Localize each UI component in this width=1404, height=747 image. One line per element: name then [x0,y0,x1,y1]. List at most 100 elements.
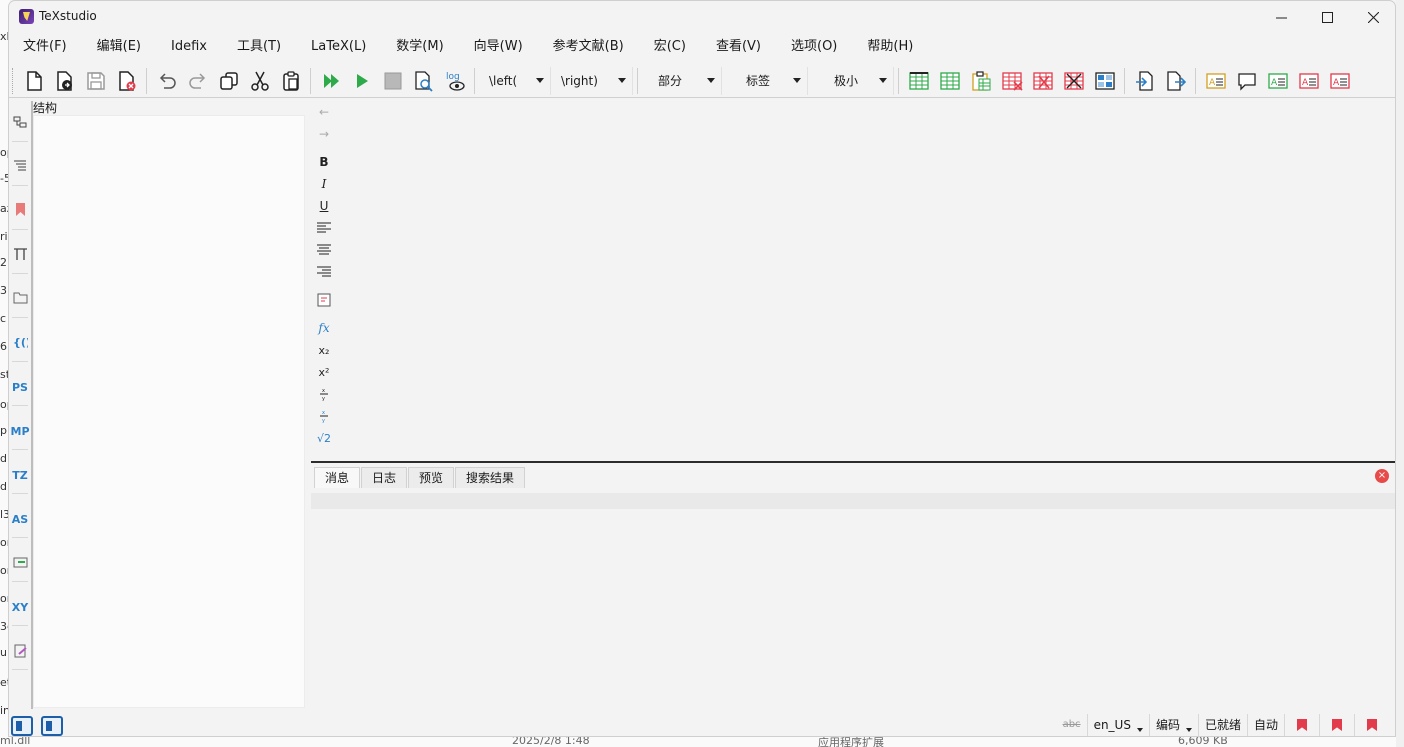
menu-latex[interactable]: LaTeX(L) [299,33,378,61]
open-file-button[interactable] [49,66,80,96]
align-center-button[interactable] [314,241,334,259]
paste-table-button[interactable] [965,66,996,96]
left-delimiter-combo[interactable]: \left( [479,66,551,95]
toolbar-grip[interactable] [12,67,15,94]
redo-button[interactable] [182,66,213,96]
brackets-tab[interactable]: {()} [11,331,29,351]
bookmark-button[interactable] [1319,714,1354,736]
align-center-icon [317,244,331,255]
delete-table-button[interactable] [1058,66,1089,96]
symbols-tab[interactable] [11,243,29,263]
paste-button[interactable] [275,66,306,96]
main-toolbar: log \left( \right) 部分 标签 极小 A A A A [9,64,1395,98]
xymatrix-tab[interactable]: XY [11,597,29,617]
menu-math[interactable]: 数学(M) [384,33,455,61]
text-box-red2-button[interactable]: A [1324,66,1355,96]
back-button[interactable]: ← [314,103,334,121]
import-button[interactable] [1129,66,1160,96]
underline-button[interactable]: U [314,197,334,215]
subscript-button[interactable]: x₂ [314,341,334,359]
delete-row-button[interactable] [996,66,1027,96]
fraction-button[interactable]: xy [314,385,334,403]
add-column-button[interactable] [934,66,965,96]
tab-messages[interactable]: 消息 [314,467,361,488]
asymptote-tab[interactable]: AS [11,509,29,529]
bookmark-button[interactable] [1354,714,1389,736]
menu-idefix[interactable]: Idefix [159,33,219,61]
auto-mode[interactable]: 自动 [1246,714,1284,736]
new-file-button[interactable] [18,66,49,96]
undo-button[interactable] [151,66,182,96]
forward-button[interactable]: → [314,125,334,143]
message-area[interactable] [311,493,1395,509]
dfrac-button[interactable]: xy [314,407,334,425]
new-line-button[interactable] [314,291,334,309]
metapost-tab[interactable]: MP [11,421,30,441]
superscript-button[interactable]: x² [314,363,334,381]
export-button[interactable] [1160,66,1191,96]
close-document-button[interactable] [111,66,142,96]
copy-button[interactable] [213,66,244,96]
menu-file[interactable]: 文件(F) [11,33,79,61]
menu-wizards[interactable]: 向导(W) [462,33,535,61]
stop-button[interactable] [377,66,408,96]
menu-macros[interactable]: 宏(C) [642,33,698,61]
tab-log[interactable]: 日志 [361,467,408,488]
beamer-tab[interactable] [11,553,29,573]
files-tab[interactable] [11,287,29,307]
toc-tab[interactable] [11,155,29,175]
panel-splitter[interactable] [311,461,1395,463]
structure-panel[interactable] [33,115,305,708]
menu-view[interactable]: 查看(V) [704,33,773,61]
minimize-button[interactable] [1258,1,1304,33]
view-pdf-button[interactable] [408,66,439,96]
tikz-tab[interactable]: TZ [11,465,29,485]
italic-button[interactable]: I [314,175,334,193]
status-bar: abc en_US 编码 已就绪 自动 [9,711,1395,736]
insert-table-button[interactable] [903,66,934,96]
toggle-message-panel-icon[interactable] [41,716,63,736]
pstricks-tab[interactable]: PS [11,377,29,397]
menu-tools[interactable]: 工具(T) [225,33,293,61]
encoding-selector[interactable]: 编码 [1148,714,1198,736]
font-size-combo[interactable]: 极小 [808,66,894,95]
close-window-button[interactable] [1350,1,1395,33]
section-combo[interactable]: 部分 [642,66,722,95]
align-right-button[interactable] [314,263,334,281]
math-mode-button[interactable]: fx [314,319,334,337]
user-tab[interactable] [11,641,29,661]
editor-area[interactable] [339,101,1395,461]
bookmark-button[interactable] [1284,714,1319,736]
menu-edit[interactable]: 编辑(E) [85,33,153,61]
align-left-button[interactable] [314,219,334,237]
spellcheck-button[interactable]: abc [1057,714,1087,736]
square-root-button[interactable]: √2 [314,429,334,447]
menu-help[interactable]: 帮助(H) [855,33,925,61]
right-delimiter-combo[interactable]: \right) [551,66,633,95]
compile-button[interactable] [346,66,377,96]
status-right: abc en_US 编码 已就绪 自动 [1057,714,1389,736]
toggle-side-panel-icon[interactable] [11,716,33,736]
cut-button[interactable] [244,66,275,96]
toolbar-separator [310,67,311,94]
view-log-button[interactable]: log [439,66,470,96]
comment-button[interactable] [1231,66,1262,96]
text-box-red-button[interactable]: A [1293,66,1324,96]
save-button[interactable] [80,66,111,96]
menu-bibliography[interactable]: 参考文献(B) [541,33,636,61]
delete-column-button[interactable] [1027,66,1058,96]
label-combo[interactable]: 标签 [722,66,808,95]
close-panel-button[interactable]: × [1375,469,1389,483]
text-box-orange-button[interactable]: A [1200,66,1231,96]
align-columns-button[interactable] [1089,66,1120,96]
language-selector[interactable]: en_US [1086,714,1149,736]
maximize-button[interactable] [1304,1,1350,33]
bookmarks-tab[interactable] [11,199,29,219]
tab-preview[interactable]: 预览 [408,467,455,488]
menu-options[interactable]: 选项(O) [779,33,849,61]
bold-button[interactable]: B [314,153,334,171]
structure-tab[interactable] [11,113,29,133]
text-box-green-button[interactable]: A [1262,66,1293,96]
tab-search-results[interactable]: 搜索结果 [455,467,526,488]
build-view-button[interactable] [315,66,346,96]
